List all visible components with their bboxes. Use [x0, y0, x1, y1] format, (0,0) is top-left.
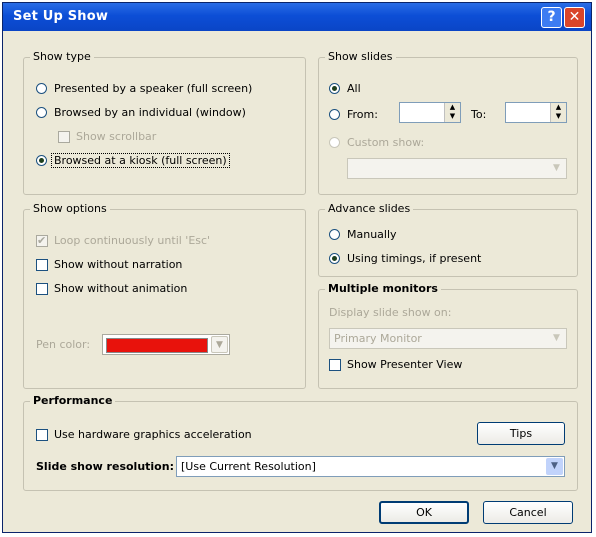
- show-slides-title: Show slides: [325, 50, 396, 63]
- radio-label: All: [347, 82, 361, 95]
- chevron-down-icon[interactable]: ▼: [548, 160, 565, 177]
- set-up-show-dialog: Set Up Show ? ✕ Show type Presented by a…: [2, 2, 592, 533]
- radio-indicator[interactable]: [329, 137, 340, 148]
- checkbox-indicator[interactable]: [36, 232, 48, 250]
- pen-color-swatch: [106, 338, 208, 353]
- show-type-title: Show type: [30, 50, 94, 63]
- from-spin-arrows[interactable]: ▲ ▼: [444, 103, 460, 122]
- radio-label: Using timings, if present: [347, 252, 482, 265]
- checkbox-label: Show scrollbar: [76, 130, 157, 143]
- multiple-monitors-title: Multiple monitors: [325, 282, 441, 295]
- spin-down-icon[interactable]: ▼: [551, 112, 566, 121]
- performance-title: Performance: [30, 394, 116, 407]
- pen-color-label: Pen color:: [36, 338, 91, 351]
- radio-label: Presented by a speaker (full screen): [54, 82, 253, 95]
- show-options-group: Show options Loop continuously until 'Es…: [23, 202, 306, 389]
- checkbox-indicator[interactable]: [36, 429, 48, 441]
- radio-label: Browsed at a kiosk (full screen): [51, 153, 230, 168]
- spin-up-icon[interactable]: ▲: [551, 103, 566, 112]
- radio-indicator[interactable]: [36, 83, 47, 94]
- custom-show-select[interactable]: ▼: [347, 158, 567, 179]
- checkbox-indicator[interactable]: [58, 131, 70, 143]
- multiple-monitors-group: Multiple monitors Display slide show on:…: [318, 282, 578, 389]
- show-type-group: Show type Presented by a speaker (full s…: [23, 50, 306, 195]
- tips-button[interactable]: Tips: [477, 422, 565, 445]
- display-monitor-value: Primary Monitor: [334, 332, 422, 345]
- radio-label: From:: [347, 108, 378, 121]
- radio-label: Manually: [347, 228, 397, 241]
- performance-group: Performance Use hardware graphics accele…: [23, 394, 578, 491]
- radio-indicator[interactable]: [36, 107, 47, 118]
- display-monitor-select[interactable]: Primary Monitor ▼: [329, 328, 567, 349]
- radio-indicator[interactable]: [329, 83, 340, 94]
- cancel-button[interactable]: Cancel: [483, 501, 573, 524]
- from-spinner[interactable]: ▲ ▼: [399, 102, 461, 123]
- radio-label: Custom show:: [347, 136, 425, 149]
- checkbox-label: Show without animation: [54, 282, 188, 295]
- checkbox-indicator[interactable]: [36, 283, 48, 295]
- checkbox-label: Use hardware graphics acceleration: [54, 428, 252, 441]
- radio-indicator[interactable]: [329, 109, 340, 120]
- pen-color-picker[interactable]: ▼: [102, 334, 230, 355]
- radio-indicator[interactable]: [36, 155, 47, 166]
- close-button[interactable]: ✕: [564, 7, 585, 28]
- chevron-down-icon[interactable]: ▼: [546, 458, 563, 475]
- show-options-title: Show options: [30, 202, 110, 215]
- to-label: To:: [471, 108, 487, 121]
- radio-indicator[interactable]: [329, 253, 340, 264]
- resolution-select[interactable]: [Use Current Resolution] ▼: [176, 456, 565, 477]
- checkbox-label: Loop continuously until 'Esc': [54, 234, 211, 247]
- resolution-value: [Use Current Resolution]: [181, 460, 316, 473]
- to-spinner[interactable]: ▲ ▼: [505, 102, 567, 123]
- chevron-down-icon[interactable]: ▼: [548, 330, 565, 347]
- window-title: Set Up Show: [13, 9, 109, 24]
- spin-up-icon[interactable]: ▲: [445, 103, 460, 112]
- advance-slides-title: Advance slides: [325, 202, 414, 215]
- show-slides-group: Show slides All From: ▲ ▼ To: ▲ ▼ Custom s…: [318, 50, 578, 195]
- resolution-label: Slide show resolution:: [36, 460, 174, 473]
- checkbox-indicator[interactable]: [36, 259, 48, 271]
- help-button[interactable]: ?: [541, 7, 562, 28]
- chevron-down-icon[interactable]: ▼: [211, 336, 228, 353]
- display-slide-show-label: Display slide show on:: [329, 306, 452, 319]
- checkbox-indicator[interactable]: [329, 359, 341, 371]
- ok-button[interactable]: OK: [379, 501, 469, 524]
- radio-label: Browsed by an individual (window): [54, 106, 246, 119]
- spin-down-icon[interactable]: ▼: [445, 112, 460, 121]
- advance-slides-group: Advance slides Manually Using timings, i…: [318, 202, 578, 277]
- checkbox-label: Show without narration: [54, 258, 183, 271]
- checkbox-label: Show Presenter View: [347, 358, 463, 371]
- title-bar[interactable]: Set Up Show ? ✕: [3, 3, 591, 31]
- radio-indicator[interactable]: [329, 229, 340, 240]
- to-spin-arrows[interactable]: ▲ ▼: [550, 103, 566, 122]
